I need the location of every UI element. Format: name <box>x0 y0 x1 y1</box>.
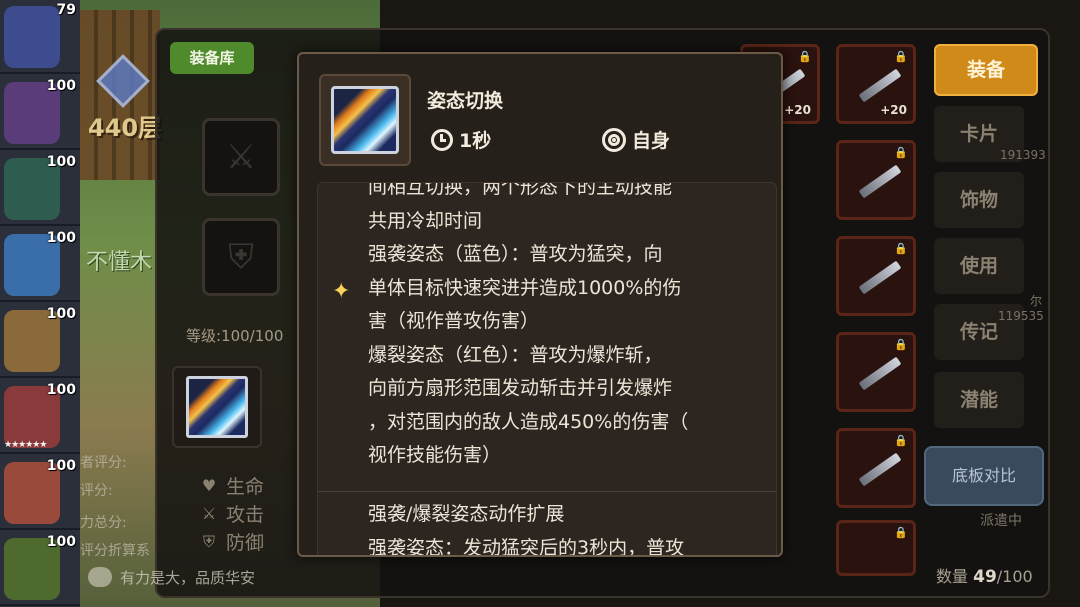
stat-label: 防御 <box>226 532 265 554</box>
roster-slot[interactable]: 100 <box>0 228 80 302</box>
hero-portrait <box>4 6 60 68</box>
score-label: 力总分: <box>80 515 127 531</box>
inventory-item[interactable]: 🔒 <box>836 140 916 220</box>
clock-icon <box>431 128 453 151</box>
stat-label: 生命 <box>226 476 265 498</box>
inventory-item[interactable]: 🔒 <box>836 428 916 508</box>
target-info: 自身 <box>602 126 670 153</box>
count-value: 49 <box>973 567 997 587</box>
armor-slot[interactable]: ⛨ <box>202 218 280 296</box>
target-icon <box>602 127 626 152</box>
weapon-slot[interactable]: ⚔ <box>202 118 280 196</box>
stat-hp: ♥ 生命 <box>200 472 264 499</box>
sword-icon <box>858 260 902 295</box>
stat-label: 攻击 <box>226 504 265 526</box>
cooldown-info: 1秒 <box>431 126 491 153</box>
skill-slot[interactable] <box>172 366 262 448</box>
skill-description-scroll[interactable]: ✦ 间相互切换，两个形态下的主动技能 共用冷却时间 强袭姿态（蓝色）：普攻为猛突… <box>317 182 777 557</box>
hero-level: 100 <box>46 382 76 398</box>
shield-icon: ⛨ <box>202 531 215 551</box>
use-menu-button[interactable]: 使用 <box>934 238 1024 294</box>
roster-slot[interactable]: 100 ★★★★★★ <box>0 380 80 454</box>
heart-icon: ♥ <box>201 475 217 495</box>
skill-extension: 强袭/爆裂姿态动作扩展 强袭姿态：发动猛突后的3秒内，普攻 <box>368 503 685 557</box>
inventory-item[interactable]: 🔒 <box>836 332 916 412</box>
count-label: 数量 <box>936 567 969 586</box>
inventory-item[interactable]: 🔒 +20 <box>836 44 916 124</box>
equip-menu-button[interactable]: 装备 <box>934 44 1038 96</box>
hero-name: 尔 <box>1030 294 1043 308</box>
inventory-item[interactable]: 🔒 <box>836 236 916 316</box>
target-value: 自身 <box>632 130 671 152</box>
hero-level: 100 <box>46 78 76 94</box>
lock-icon: 🔒 <box>894 242 908 255</box>
lock-icon: 🔒 <box>894 526 908 539</box>
hero-level: 100 <box>46 154 76 170</box>
accessory-menu-button[interactable]: 饰物 <box>934 172 1024 228</box>
skill-description: 间相互切换，两个形态下的主动技能 共用冷却时间 强袭姿态（蓝色）：普攻为猛突，向… <box>368 182 689 466</box>
hero-level-label: 等级:100/100 <box>186 327 284 345</box>
score-label: 评分折算系 <box>80 543 150 559</box>
hero-level: 100 <box>46 534 76 550</box>
skill-tooltip: 姿态切换 1秒 自身 ✦ 间相互切换，两个形态下的主动技能 共用冷却时间 强袭姿… <box>297 52 783 557</box>
potential-menu-button[interactable]: 潜能 <box>934 372 1024 428</box>
lock-icon: 🔒 <box>894 50 908 63</box>
dispatch-status: 派遣中 <box>980 513 1022 529</box>
power-value: 119535 <box>998 309 1044 323</box>
roster-slot[interactable]: 100 <box>0 532 80 606</box>
hero-level: 100 <box>46 458 76 474</box>
chat-bubble-icon <box>88 567 112 587</box>
hero-level: 79 <box>56 2 76 18</box>
lock-icon: 🔒 <box>798 50 812 63</box>
enhance-level: +20 <box>880 103 907 117</box>
compare-button[interactable]: 底板对比 <box>924 446 1044 506</box>
equipment-library-tab[interactable]: 装备库 <box>170 42 254 74</box>
inventory-item[interactable]: 🔒 <box>836 520 916 576</box>
roster-slot[interactable]: 100 <box>0 456 80 530</box>
inventory-count: 数量 49/100 <box>936 563 1033 587</box>
lock-icon: 🔒 <box>894 338 908 351</box>
roster-slot[interactable]: 100 <box>0 152 80 226</box>
armor-icon: ⛨ <box>228 237 254 277</box>
skill-name: 姿态切换 <box>427 90 504 112</box>
hero-level: 100 <box>46 306 76 322</box>
score-label: 评分: <box>80 483 113 499</box>
chat-message: 有力是大，品质华安 <box>120 568 256 587</box>
hero-roster: 79 100 100 100 100 100 ★★★★★★ 100 100 <box>0 0 80 607</box>
lock-icon: 🔒 <box>894 146 908 159</box>
roster-slot[interactable]: 100 <box>0 304 80 378</box>
sword-icon <box>858 164 902 199</box>
lock-icon: 🔒 <box>894 434 908 447</box>
divider <box>318 491 776 492</box>
sword-icon <box>858 452 902 487</box>
sword-icon <box>858 356 902 391</box>
count-max: /100 <box>996 567 1033 586</box>
cooldown-value: 1秒 <box>459 130 492 152</box>
chat-bar[interactable]: 有力是大，品质华安 <box>88 562 358 592</box>
roster-slot[interactable]: 100 <box>0 76 80 150</box>
floor-label: 440层 <box>88 114 163 142</box>
score-label: 者评分: <box>80 455 127 471</box>
roster-slot[interactable]: 79 <box>0 0 80 74</box>
rating-stars: ★★★★★★ <box>4 440 47 450</box>
sword-icon: ⚔ <box>201 503 217 523</box>
sparkle-icon: ✦ <box>332 279 351 304</box>
stance-switch-skill-icon <box>331 86 399 154</box>
skill-thumbnail-icon <box>186 376 248 438</box>
stat-defense: ⛨ 防御 <box>200 528 264 555</box>
sword-icon: ⚔ <box>225 137 257 177</box>
stat-attack: ⚔ 攻击 <box>200 500 264 527</box>
sword-icon <box>858 68 902 103</box>
skill-icon-frame <box>319 74 411 166</box>
power-value: 191393 <box>1000 148 1046 162</box>
enhance-level: +20 <box>784 103 811 117</box>
guild-name: 不懂木 <box>86 250 153 275</box>
hero-level: 100 <box>46 230 76 246</box>
